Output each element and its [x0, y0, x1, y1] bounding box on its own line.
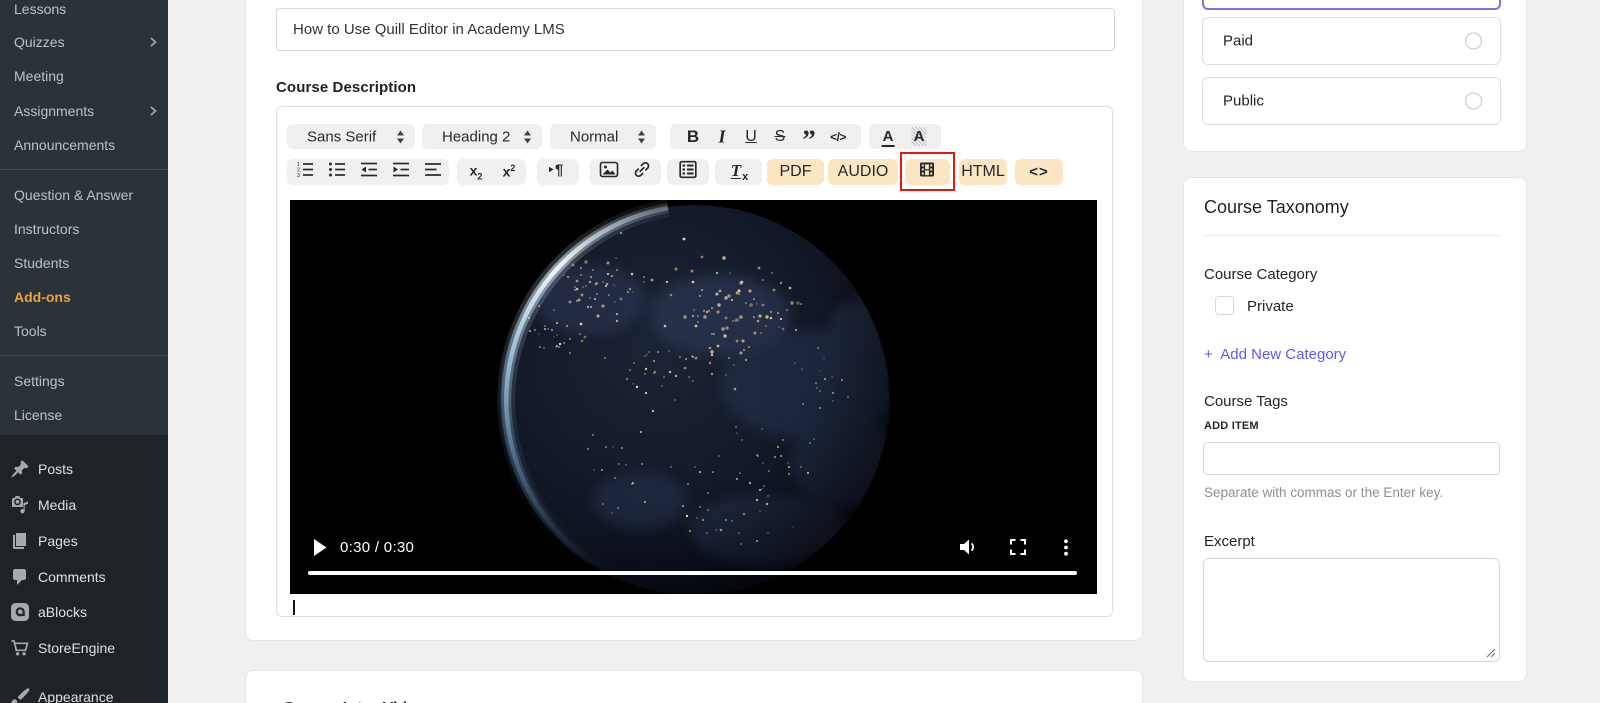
svg-text:3: 3 [297, 173, 300, 179]
svg-text:¶: ¶ [555, 162, 563, 178]
